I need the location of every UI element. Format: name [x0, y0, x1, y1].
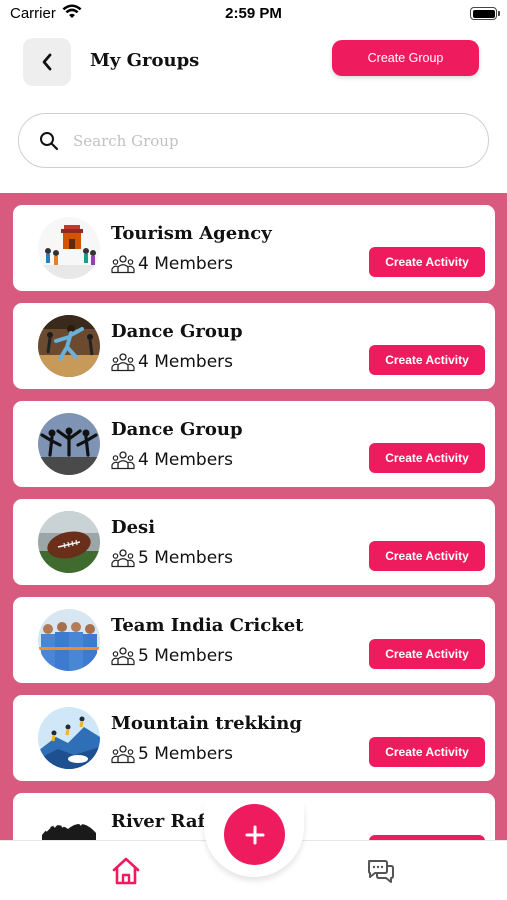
group-card[interactable]: Dance Group 4 Members Create Activity [13, 401, 495, 487]
add-group-fab[interactable] [224, 804, 285, 865]
group-card[interactable]: Desi 5 Members Create Activity [13, 499, 495, 585]
status-time: 2:59 PM [225, 5, 282, 22]
members-label: 5 Members [138, 548, 234, 568]
group-card[interactable]: Tourism Agency 4 Members Create Activity [13, 205, 495, 291]
group-avatar [38, 805, 100, 845]
group-name: Team India Cricket [111, 615, 304, 636]
group-avatar [38, 707, 100, 769]
create-activity-button[interactable]: Create Activity [369, 541, 485, 571]
members-icon [111, 549, 135, 568]
group-name: Desi [111, 517, 156, 538]
chevron-left-icon [42, 53, 52, 71]
page-title: My Groups [90, 50, 200, 71]
nav-home-tab[interactable] [110, 855, 142, 892]
members-label: 5 Members [138, 646, 234, 666]
home-icon [112, 857, 140, 885]
create-group-button[interactable]: Create Group [332, 40, 479, 76]
create-activity-button[interactable]: Create Activity [369, 247, 485, 277]
members-label: 4 Members [138, 254, 234, 274]
member-count: 4 Members [111, 254, 233, 274]
create-activity-button[interactable]: Create Activity [369, 345, 485, 375]
group-name: Mountain trekking [111, 713, 302, 734]
group-avatar [38, 413, 100, 475]
members-label: 4 Members [138, 450, 234, 470]
members-icon [111, 647, 135, 666]
search-bar[interactable] [18, 113, 489, 168]
group-avatar [38, 217, 100, 279]
group-card[interactable]: Dance Group 4 Members Create Activity [13, 303, 495, 389]
group-card[interactable]: Team India Cricket 5 Members Create Acti… [13, 597, 495, 683]
status-bar: Carrier 2:59 PM [0, 0, 507, 30]
members-label: 4 Members [138, 352, 234, 372]
member-count: 5 Members [111, 548, 233, 568]
back-button[interactable] [23, 38, 71, 86]
search-input[interactable] [73, 124, 463, 158]
members-icon [111, 255, 135, 274]
group-avatar [38, 511, 100, 573]
create-activity-button[interactable]: Create Activity [369, 639, 485, 669]
group-name: Dance Group [111, 321, 243, 342]
members-icon [111, 451, 135, 470]
member-count: 4 Members [111, 352, 233, 372]
group-name: Dance Group [111, 419, 243, 440]
member-count: 5 Members [111, 744, 233, 764]
group-list[interactable]: Tourism Agency 4 Members Create Activity [0, 193, 507, 845]
members-icon [111, 353, 135, 372]
create-activity-button[interactable]: Create Activity [369, 443, 485, 473]
battery-icon [470, 7, 500, 20]
create-activity-button[interactable]: Create Activity [369, 737, 485, 767]
group-avatar [38, 609, 100, 671]
nav-chat-tab[interactable] [365, 855, 397, 892]
group-card[interactable]: Mountain trekking 5 Members Create Activ… [13, 695, 495, 781]
members-label: 5 Members [138, 744, 234, 764]
member-count: 4 Members [111, 450, 233, 470]
plus-icon [245, 825, 264, 844]
group-avatar [38, 315, 100, 377]
search-icon [40, 132, 59, 151]
chat-icon [368, 860, 394, 883]
member-count: 5 Members [111, 646, 233, 666]
members-icon [111, 745, 135, 764]
group-name: Tourism Agency [111, 223, 272, 244]
